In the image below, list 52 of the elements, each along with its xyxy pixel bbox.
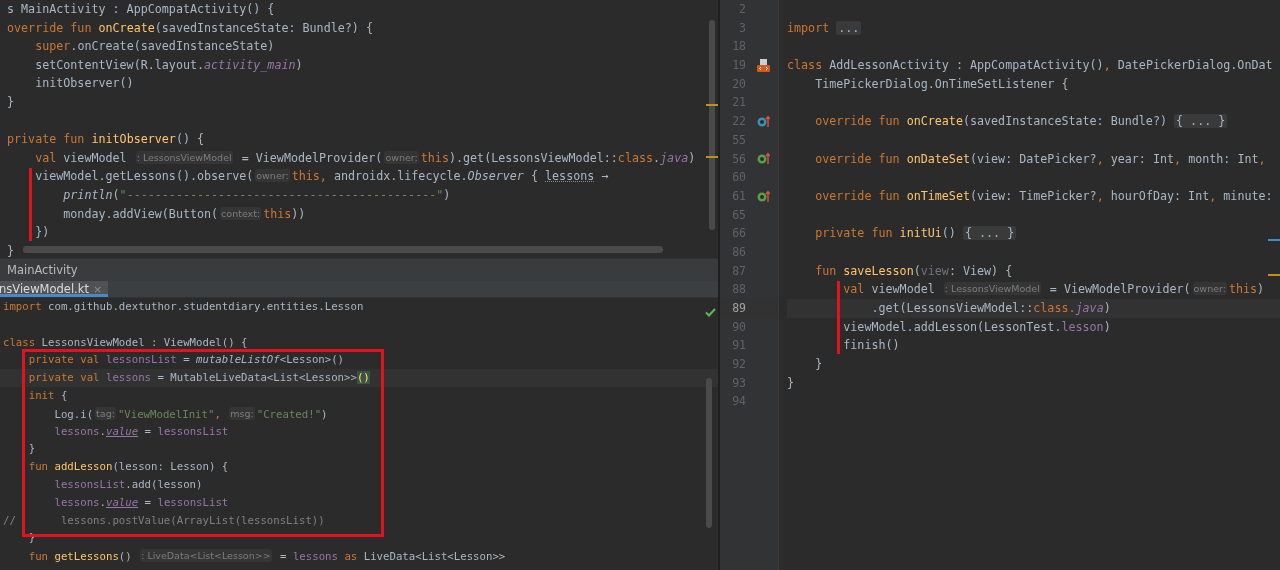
code-line: override fun onCreate(savedInstanceState: Bundle?) { ... } bbox=[814, 114, 1228, 129]
class-icon[interactable] bbox=[757, 58, 770, 72]
code-line: fun addLesson(lesson: Lesson) { bbox=[27, 460, 229, 474]
code-line: class AddLessonActivity : AppCompatActivity(), DatePickerDialog.OnDat bbox=[787, 58, 1273, 73]
code-line: viewModel.getLessons().observe( owner: this, androidx.lifecycle.Observer { lessons → bbox=[34, 169, 609, 184]
code-line: override fun onTimeSet(view: TimePicker?, hourOfDay: Int, minute: bbox=[814, 188, 1273, 203]
code-line: s MainActivity : AppCompatActivity() { bbox=[7, 2, 275, 16]
code-line: override fun onDateSet(view: DatePicker?, year: Int, month: Int, bbox=[814, 151, 1266, 166]
code-line: } bbox=[814, 357, 823, 372]
code-line: init { bbox=[27, 389, 68, 402]
code-line: lessonsList.add(lesson) bbox=[53, 477, 203, 491]
code-line: }) bbox=[34, 225, 50, 240]
code-line: private fun initUi() { ... } bbox=[814, 226, 1017, 241]
code-line: import ... bbox=[787, 20, 862, 35]
code-line: Log.i( tag: "ViewModelInit", msg: "Created!") bbox=[53, 407, 328, 421]
warning-stripe-mark[interactable] bbox=[706, 156, 718, 158]
code-line: class LessonsViewModel : ViewModel() { bbox=[3, 335, 248, 349]
code-line: viewModel.addLesson(LessonTest.lesson) bbox=[842, 319, 1111, 334]
code-line: super.onCreate(savedInstanceState) bbox=[34, 39, 275, 54]
scrollbar-thumb[interactable] bbox=[23, 246, 663, 253]
code-line: setContentView(R.layout.activity_main) bbox=[34, 57, 303, 72]
code-line: } bbox=[787, 375, 795, 390]
scrollbar-thumb[interactable] bbox=[706, 378, 712, 528]
line-number: 89 bbox=[731, 300, 746, 317]
code-line: fun getLessons() : LiveData<List<Lesson>> = lessons as LiveData<List<Lesson>> bbox=[27, 550, 506, 564]
code-line: val viewModel : LessonsViewModel = ViewModelProvider( owner: this).get(LessonsViewModel::class.java) bbox=[34, 150, 696, 165]
code-line: override fun onCreate(savedInstanceState: Bundle?) { bbox=[7, 20, 373, 35]
code-line: // lessons.postValue(ArrayList(lessonsList)) bbox=[3, 513, 325, 527]
warning-stripe-mark[interactable] bbox=[706, 104, 718, 106]
editor-tab[interactable]: nsViewModel.kt × bbox=[0, 281, 109, 297]
check-icon bbox=[705, 308, 716, 317]
code-line: import com.github.dextuthor.studentdiary.entities.Lesson bbox=[3, 300, 364, 313]
code-line: println("--------------------------------------------") bbox=[62, 187, 451, 202]
code-line: private val lessons = MutableLiveData<List<Lesson>>() bbox=[27, 371, 370, 385]
code-line: private fun initObserver() { bbox=[7, 132, 205, 147]
code-line: lessons.value = lessonsList bbox=[53, 495, 229, 509]
code-line: .get(LessonsViewModel::class.java) bbox=[870, 301, 1111, 315]
code-line: } bbox=[7, 94, 15, 109]
warning-stripe-mark[interactable] bbox=[1268, 274, 1280, 276]
code-line: } bbox=[7, 243, 15, 258]
code-line: val viewModel : LessonsViewModel = ViewModelProvider( owner: this) bbox=[842, 282, 1265, 297]
code-line: TimePickerDialog.OnTimeSetListener { bbox=[814, 76, 1069, 91]
code-line: lessons.value = lessonsList bbox=[53, 424, 229, 438]
code-line: fun saveLesson(view: View) { bbox=[814, 263, 1013, 278]
scrollbar-thumb[interactable] bbox=[709, 20, 715, 230]
code-line: finish() bbox=[842, 338, 900, 353]
code-line: } bbox=[27, 442, 36, 456]
stripe-mark[interactable] bbox=[1268, 239, 1280, 241]
code-line: initObserver() bbox=[34, 76, 134, 91]
code-line: monday.addView(Button( context: this)) bbox=[62, 206, 306, 221]
code-line: private val lessonsList = mutableListOf<Lesson>() bbox=[27, 353, 345, 367]
breadcrumb-item[interactable]: MainActivity bbox=[7, 263, 78, 277]
